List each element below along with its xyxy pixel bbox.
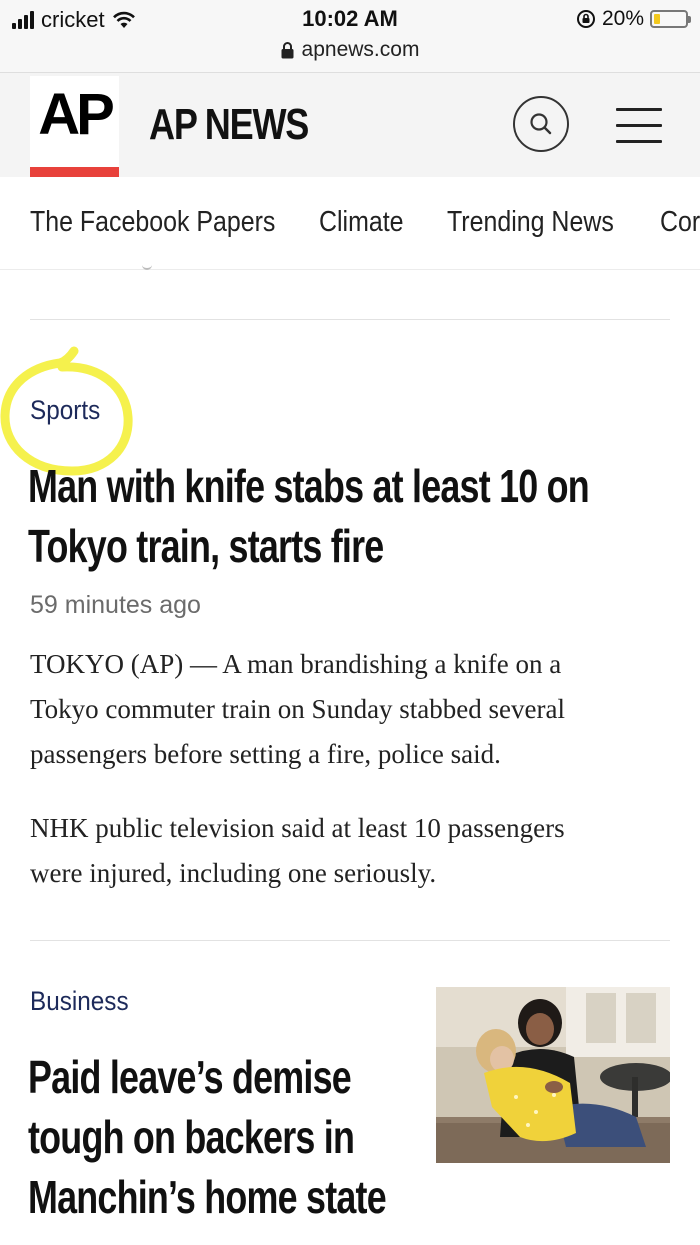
nav-item-climate[interactable]: Climate — [319, 206, 404, 239]
headline-line: Man with knife stabs at least 10 on — [28, 460, 590, 512]
menu-icon[interactable] — [616, 106, 662, 144]
summary-line: NHK public television said at least 10 p… — [30, 813, 565, 843]
article-photo[interactable] — [436, 987, 670, 1163]
divider — [30, 940, 670, 941]
divider — [30, 319, 670, 320]
article-summary: NHK public television said at least 10 p… — [30, 806, 670, 896]
nav-item-trending-news[interactable]: Trending News — [447, 206, 614, 239]
ap-logo[interactable]: AP — [30, 76, 119, 177]
article-headline[interactable]: Man with knife stabs at least 10 on Toky… — [28, 456, 590, 576]
battery-level-fill — [654, 14, 660, 24]
article-headline[interactable]: Paid leave’s demise tough on backers in … — [28, 1047, 387, 1227]
summary-line: passengers before setting a fire, police… — [30, 739, 501, 769]
topic-nav: The Facebook Papers Climate Trending New… — [0, 177, 700, 270]
search-icon — [530, 113, 552, 135]
battery-percent: 20% — [601, 7, 644, 30]
rotation-lock-icon — [576, 10, 595, 28]
address-bar[interactable]: apnews.com — [0, 38, 700, 62]
summary-line: Tokyo commuter train on Sunday stabbed s… — [30, 694, 565, 724]
article-summary: TOKYO (AP) — A man brandishing a knife o… — [30, 642, 670, 777]
article-timestamp: 59 minutes ago — [30, 591, 201, 619]
ap-logo-text: AP — [38, 82, 115, 147]
nav-item-facebook-papers[interactable]: The Facebook Papers — [30, 206, 275, 239]
article-category[interactable]: Business — [30, 986, 129, 1017]
url-text: apnews.com — [301, 38, 420, 61]
nav-item-partial[interactable]: Cor — [660, 206, 700, 239]
summary-line: were injured, including one seriously. — [30, 858, 437, 888]
headline-line: Manchin’s home state — [28, 1171, 387, 1223]
site-header: AP AP NEWS — [0, 73, 700, 177]
status-right: 20% — [576, 6, 691, 32]
headline-line: Paid leave’s demise — [28, 1051, 352, 1103]
battery-icon — [650, 10, 691, 28]
search-button[interactable] — [513, 96, 569, 152]
headline-line: Tokyo train, starts fire — [28, 520, 384, 572]
summary-line: TOKYO (AP) — A man brandishing a knife o… — [30, 649, 562, 679]
brand-name[interactable]: AP NEWS — [149, 100, 309, 150]
lock-icon — [281, 41, 294, 58]
ap-logo-accent-bar — [30, 167, 119, 177]
headline-line: tough on backers in — [28, 1111, 355, 1163]
article-category[interactable]: Sports — [30, 395, 100, 426]
status-bar: cricket 10:02 AM apnews.com 20% — [0, 0, 700, 73]
